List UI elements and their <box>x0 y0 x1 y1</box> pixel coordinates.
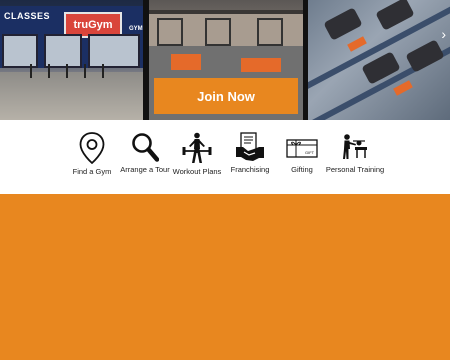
orange-content-area <box>0 194 450 360</box>
gift-card-text: GIFT <box>305 150 315 155</box>
plyo-box <box>241 58 281 72</box>
quick-links-bar: Find a Gym Arrange a Tour Workout Plans <box>0 120 450 194</box>
join-now-button[interactable]: Join Now <box>154 78 298 114</box>
find-a-gym-label: Find a Gym <box>72 167 112 176</box>
personal-training-link[interactable]: Personal Training <box>325 132 385 175</box>
workout-plans-link[interactable]: Workout Plans <box>167 132 227 177</box>
bollard <box>66 64 68 78</box>
trainer-icon <box>343 134 367 159</box>
plyo-box <box>171 54 201 70</box>
gift-card-icon: GIFT <box>286 139 318 158</box>
workout-plans-label: Workout Plans <box>172 167 222 176</box>
gifting-label: Gifting <box>291 165 313 174</box>
rowing-machine <box>375 0 415 31</box>
bollard <box>30 64 32 78</box>
gym-sign: GYM <box>129 26 143 32</box>
weightlifter-icon <box>182 132 212 163</box>
gym-interior-image: Join Now <box>149 0 303 120</box>
machine-seat <box>393 80 413 96</box>
equipment-image: › <box>308 0 450 120</box>
bollard <box>84 64 86 78</box>
bollard <box>48 64 50 78</box>
squat-rack <box>205 18 231 46</box>
bollard <box>102 64 104 78</box>
arrange-a-tour-label: Arrange a Tour <box>120 165 170 174</box>
carousel-next-icon[interactable]: › <box>441 26 446 42</box>
storefront-window <box>88 34 140 68</box>
arrange-a-tour-link[interactable]: Arrange a Tour <box>115 132 175 175</box>
squat-rack <box>157 18 183 46</box>
squat-rack <box>257 18 283 46</box>
rowing-machine <box>323 7 363 41</box>
franchising-link[interactable]: Franchising <box>220 132 280 175</box>
pavement <box>0 72 143 120</box>
franchising-label: Franchising <box>230 165 270 174</box>
location-pin-icon <box>79 132 105 164</box>
gifting-link[interactable]: GIFT Gifting <box>272 132 332 175</box>
storefront-image: CLASSES truGym GYM <box>0 0 143 120</box>
personal-training-label: Personal Training <box>325 165 385 174</box>
brand-sign-text: truGym <box>73 19 113 31</box>
handshake-icon <box>236 132 264 161</box>
rowing-machine <box>405 39 445 73</box>
magnifier-icon <box>132 133 159 162</box>
machine-seat <box>347 36 367 52</box>
storefront-window <box>44 34 82 68</box>
hero-banner: CLASSES truGym GYM Join Now › <box>0 0 450 120</box>
find-a-gym-link[interactable]: Find a Gym <box>62 132 122 177</box>
storefront-window <box>2 34 38 68</box>
classes-sign: CLASSES <box>4 11 51 21</box>
